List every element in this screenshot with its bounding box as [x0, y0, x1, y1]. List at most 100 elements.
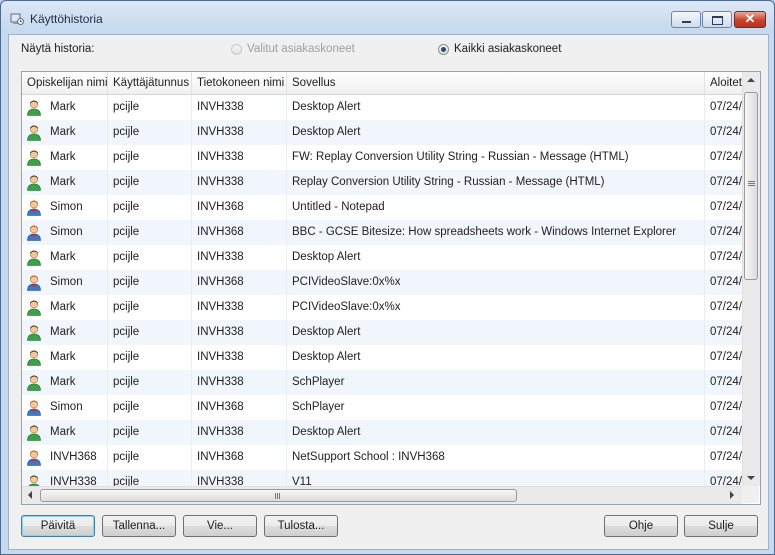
table-row[interactable]: Simon pcijle INVH368 SchPlayer 07/24/ [22, 395, 742, 420]
cell-student-name: Mark [22, 95, 108, 120]
cell-computer-name: INVH368 [192, 445, 287, 470]
cell-username: pcijle [108, 445, 192, 470]
cell-username: pcijle [108, 245, 192, 270]
cell-student-name: Mark [22, 370, 108, 395]
cell-application: PCIVideoSlave:0x%x [287, 295, 705, 320]
radio-button-icon [231, 43, 242, 55]
cell-application: FW: Replay Conversion Utility String - R… [287, 145, 705, 170]
cell-computer-name: INVH338 [192, 95, 287, 120]
column-header-start-time[interactable]: Aloitet [705, 72, 742, 94]
cell-student-name: Mark [22, 320, 108, 345]
print-button[interactable]: Tulosta... [264, 515, 338, 537]
cell-application: Untitled - Notepad [287, 195, 705, 220]
cell-start-time: 07/24/ [710, 176, 742, 188]
cell-application: Desktop Alert [287, 120, 705, 145]
cell-start-time: 07/24/ [710, 151, 742, 163]
history-filter-label: Näytä historia: [21, 43, 95, 55]
cell-computer-name: INVH338 [192, 120, 287, 145]
table-body: Mark pcijle INVH338 Desktop Alert 07/24/Mark… [22, 95, 742, 495]
cell-application: PCIVideoSlave:0x%x [287, 270, 705, 295]
cell-start-time: 07/24/ [710, 276, 742, 288]
maximize-button[interactable] [702, 11, 732, 28]
cell-start-time: 07/24/ [710, 376, 742, 388]
cell-start-time: 07/24/ [710, 401, 742, 413]
cell-start-time: 07/24/ [710, 201, 742, 213]
cell-student-name: Mark [22, 345, 108, 370]
table-row[interactable]: Mark pcijle INVH338 Desktop Alert 07/24/ [22, 245, 742, 270]
cell-start-time: 07/24/ [710, 101, 742, 113]
table-row[interactable]: Simon pcijle INVH368 PCIVideoSlave:0x%x 07/2… [22, 270, 742, 295]
cell-start-time: 07/24/ [710, 251, 742, 263]
cell-computer-name: INVH368 [192, 195, 287, 220]
cell-computer-name: INVH338 [192, 420, 287, 445]
cell-application: Desktop Alert [287, 95, 705, 120]
column-header-application[interactable]: Sovellus [287, 72, 705, 94]
cell-start-time: 07/24/ [710, 451, 742, 463]
close-window-button[interactable]: ✕ [734, 11, 766, 28]
scroll-down-arrow-icon[interactable] [747, 476, 755, 480]
table-row[interactable]: Simon pcijle INVH368 Untitled - Notepad 07/2… [22, 195, 742, 220]
cell-start-time: 07/24/ [710, 326, 742, 338]
table-row[interactable]: Simon pcijle INVH368 BBC - GCSE Bitesize: H… [22, 220, 742, 245]
cell-application: Desktop Alert [287, 420, 705, 445]
cell-application: BBC - GCSE Bitesize: How spreadsheets wo… [287, 220, 705, 245]
cell-username: pcijle [108, 270, 192, 295]
app-icon [10, 13, 24, 25]
horizontal-scroll-thumb[interactable] [40, 489, 517, 502]
cell-username: pcijle [108, 95, 192, 120]
window-title: Käyttöhistoria [30, 12, 103, 26]
table-row[interactable]: Mark pcijle INVH338 FW: Replay Conversion U… [22, 145, 742, 170]
cell-username: pcijle [108, 320, 192, 345]
radio-label: Valitut asiakaskoneet [247, 43, 355, 55]
cell-start-time: 07/24/ [710, 426, 742, 438]
scroll-left-arrow-icon[interactable] [28, 491, 32, 499]
cell-computer-name: INVH368 [192, 270, 287, 295]
vertical-scroll-thumb[interactable] [744, 92, 758, 280]
scrollbar-corner [742, 486, 759, 503]
close-button[interactable]: Sulje [684, 515, 758, 537]
minimize-button[interactable] [671, 11, 701, 28]
radio-selected-clients[interactable]: Valitut asiakaskoneet [231, 43, 355, 55]
table-row[interactable]: Mark pcijle INVH338 Desktop Alert 07/24/ [22, 95, 742, 120]
refresh-button[interactable]: Päivitä [21, 515, 95, 537]
table-row[interactable]: Mark pcijle INVH338 Desktop Alert 07/24/ [22, 320, 742, 345]
cell-application: Replay Conversion Utility String - Russi… [287, 170, 705, 195]
table-row[interactable]: Mark pcijle INVH338 Replay Conversion Utili… [22, 170, 742, 195]
column-header-student-name[interactable]: Opiskelijan nimi [22, 72, 108, 94]
cell-application: Desktop Alert [287, 345, 705, 370]
scroll-right-arrow-icon[interactable] [730, 491, 734, 499]
usage-history-window: Käyttöhistoria ✕ Näytä historia: Valitut… [0, 0, 775, 555]
save-button[interactable]: Tallenna... [102, 515, 176, 537]
cell-student-name: Mark [22, 120, 108, 145]
cell-student-name: Mark [22, 145, 108, 170]
table-header: Opiskelijan nimi Käyttäjätunnus Tietokon… [22, 72, 742, 95]
cell-student-name: Mark [22, 295, 108, 320]
table-row[interactable]: Mark pcijle INVH338 SchPlayer 07/24/ [22, 370, 742, 395]
export-button[interactable]: Vie... [183, 515, 257, 537]
vertical-scrollbar[interactable] [742, 72, 760, 486]
cell-computer-name: INVH338 [192, 295, 287, 320]
cell-student-name: Mark [22, 170, 108, 195]
table-row[interactable]: Mark pcijle INVH338 Desktop Alert 07/24/ [22, 345, 742, 370]
cell-username: pcijle [108, 145, 192, 170]
column-header-username[interactable]: Käyttäjätunnus [108, 72, 192, 94]
cell-student-name: Simon [22, 195, 108, 220]
cell-username: pcijle [108, 395, 192, 420]
radio-all-clients[interactable]: Kaikki asiakaskoneet [438, 43, 561, 55]
cell-username: pcijle [108, 420, 192, 445]
column-header-computer-name[interactable]: Tietokoneen nimi [192, 72, 287, 94]
cell-computer-name: INVH338 [192, 145, 287, 170]
cell-student-name: Simon [22, 270, 108, 295]
cell-computer-name: INVH368 [192, 220, 287, 245]
help-button[interactable]: Ohje [604, 515, 678, 537]
history-table[interactable]: Opiskelijan nimi Käyttäjätunnus Tietokon… [21, 71, 761, 505]
table-row[interactable]: INVH368 pcijle INVH368 NetSupport School : … [22, 445, 742, 470]
cell-application: Desktop Alert [287, 245, 705, 270]
scroll-up-arrow-icon[interactable] [747, 78, 755, 82]
cell-application: SchPlayer [287, 370, 705, 395]
table-row[interactable]: Mark pcijle INVH338 Desktop Alert 07/24/ [22, 120, 742, 145]
table-row[interactable]: Mark pcijle INVH338 Desktop Alert 07/24/ [22, 420, 742, 445]
horizontal-scrollbar[interactable] [22, 486, 742, 504]
cell-computer-name: INVH338 [192, 320, 287, 345]
table-row[interactable]: Mark pcijle INVH338 PCIVideoSlave:0x%x 07/24… [22, 295, 742, 320]
